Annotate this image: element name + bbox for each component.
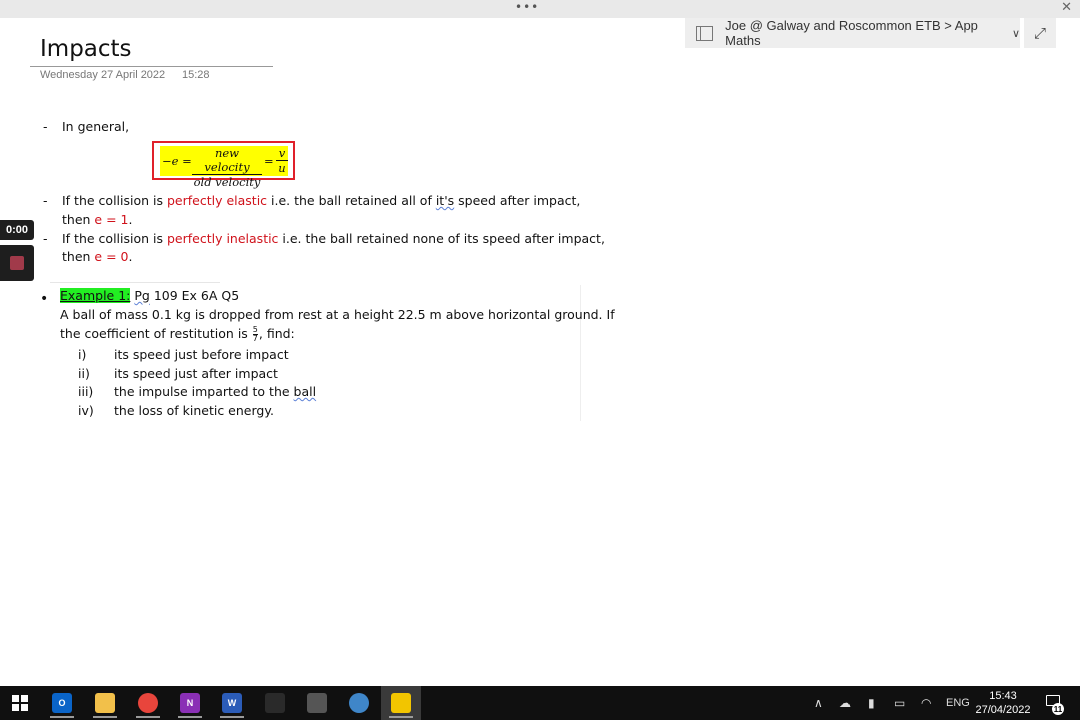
- running-indicator: [389, 716, 413, 718]
- restitution-suffix: , find:: [258, 326, 295, 341]
- list-item-prefix: the impulse imparted to the: [114, 384, 294, 399]
- example-question-line-2: the coefficient of restitution is 57, fi…: [60, 325, 295, 343]
- page-title[interactable]: Impacts: [40, 36, 132, 62]
- restitution-fraction: 57: [252, 325, 258, 343]
- elastic-mid: i.e. the ball retained all of: [267, 193, 436, 208]
- recording-timer: 0:00: [0, 220, 34, 240]
- restitution-formula: −e = new velocity old velocity = v u: [152, 141, 295, 189]
- in-general-text: In general,: [62, 119, 130, 134]
- windows-start-icon[interactable]: [12, 695, 28, 711]
- list-item-number: iii): [78, 384, 94, 399]
- recorder-app-icon[interactable]: [349, 693, 369, 713]
- list-item: its speed just after impact: [114, 366, 278, 381]
- list-item: the loss of kinetic energy.: [114, 403, 274, 418]
- calculator-dark-icon[interactable]: [265, 693, 285, 713]
- notebook-breadcrumb[interactable]: Joe @ Galway and Roscommon ETB > App Mat…: [685, 18, 1020, 48]
- show-hidden-icons-icon[interactable]: ∧: [814, 696, 823, 710]
- example-ref-pg: Pg: [134, 288, 150, 303]
- chevron-down-icon[interactable]: ∨: [1012, 27, 1020, 40]
- elastic-then: then: [62, 212, 95, 227]
- elastic-end: .: [128, 212, 133, 227]
- chrome-icon[interactable]: [138, 693, 158, 713]
- example-heading: Example 1: Pg 109 Ex 6A Q5: [60, 287, 239, 305]
- list-item-number: i): [78, 347, 87, 362]
- clock-time: 15:43: [989, 690, 1017, 702]
- stop-recording-button[interactable]: [0, 245, 34, 281]
- divider: [50, 282, 220, 283]
- elastic-term: perfectly elastic: [166, 193, 268, 208]
- example-question-line-1: A ball of mass 0.1 kg is dropped from re…: [60, 307, 615, 322]
- word-icon[interactable]: W: [222, 693, 242, 713]
- example-label: Example 1:: [60, 288, 131, 303]
- inelastic-then: then: [62, 249, 95, 264]
- title-underline: [30, 66, 273, 67]
- list-item: its speed just before impact: [114, 347, 289, 362]
- running-indicator: [178, 716, 202, 718]
- page-time: 15:28: [182, 69, 210, 81]
- onedrive-cloud-icon[interactable]: ☁: [839, 696, 851, 710]
- dash-bullet: -: [43, 231, 48, 246]
- taskbar: [0, 686, 1080, 720]
- window-menu-dots-icon[interactable]: •••: [515, 0, 539, 14]
- stop-icon: [10, 256, 24, 270]
- fraction-denominator-u: u: [276, 160, 288, 175]
- expand-button[interactable]: ⤢: [1024, 18, 1056, 48]
- wifi-icon[interactable]: ◠: [921, 696, 931, 710]
- elastic-prefix: If the collision is: [62, 193, 167, 208]
- formula-equals: =: [264, 154, 274, 168]
- ball-word: ball: [293, 384, 317, 399]
- outlook-icon[interactable]: O: [52, 693, 72, 713]
- elastic-line-2: then e = 1.: [62, 211, 132, 229]
- dash-bullet: -: [43, 193, 48, 208]
- running-indicator: [136, 716, 160, 718]
- onenote-icon[interactable]: N: [180, 693, 200, 713]
- restitution-num: 5: [252, 325, 258, 334]
- running-indicator: [93, 716, 117, 718]
- dash-bullet: -: [43, 119, 48, 134]
- its-word: it's: [435, 193, 455, 208]
- file-explorer-icon[interactable]: [95, 693, 115, 713]
- inelastic-end: .: [128, 249, 133, 264]
- battery-icon[interactable]: ▭: [894, 696, 905, 710]
- v-over-u-fraction: v u: [276, 146, 288, 175]
- inelastic-prefix: If the collision is: [62, 231, 167, 246]
- taskbar-clock[interactable]: 15:43 27/04/2022: [968, 689, 1038, 717]
- window-top-bar: ••• ✕: [0, 0, 1080, 18]
- fraction-numerator-v: v: [278, 146, 286, 160]
- fraction-denominator: old velocity: [192, 174, 262, 189]
- inelastic-suffix: i.e. the ball retained none of its speed…: [278, 231, 605, 246]
- breadcrumb-text: Joe @ Galway and Roscommon ETB > App Mat…: [725, 18, 978, 48]
- formula-highlight: −e = new velocity old velocity = v u: [160, 146, 288, 189]
- clock-date: 27/04/2022: [975, 704, 1031, 716]
- running-indicator: [50, 716, 74, 718]
- page-date: Wednesday 27 April 2022: [40, 69, 166, 81]
- elastic-line-1: If the collision is perfectly elastic i.…: [62, 192, 580, 210]
- elastic-suffix: speed after impact,: [454, 193, 581, 208]
- notebook-icon: [696, 25, 714, 41]
- inelastic-line-2: then e = 0.: [62, 248, 132, 266]
- list-item: the impulse imparted to the ball: [114, 383, 316, 401]
- fraction-numerator: new velocity: [204, 146, 250, 174]
- notification-count-badge: 11: [1052, 703, 1064, 715]
- microphone-icon[interactable]: ▮: [868, 696, 875, 710]
- elastic-value: e = 1: [94, 212, 129, 227]
- calculator-icon[interactable]: [307, 693, 327, 713]
- velocity-fraction: new velocity old velocity: [192, 146, 262, 189]
- restitution-den: 7: [252, 334, 258, 343]
- language-indicator[interactable]: ENG: [946, 697, 970, 709]
- inelastic-value: e = 0: [94, 249, 129, 264]
- sticky-notes-icon[interactable]: [391, 693, 411, 713]
- inelastic-line-1: If the collision is perfectly inelastic …: [62, 230, 605, 248]
- close-icon[interactable]: ✕: [1061, 0, 1072, 15]
- formula-lhs: −e =: [162, 154, 192, 168]
- inelastic-term: perfectly inelastic: [166, 231, 279, 246]
- list-item-number: iv): [78, 403, 94, 418]
- restitution-prefix: the coefficient of restitution is: [60, 326, 252, 341]
- bullet-icon: •: [40, 291, 49, 307]
- example-ref: 109 Ex 6A Q5: [149, 288, 240, 303]
- list-item-number: ii): [78, 366, 90, 381]
- running-indicator: [220, 716, 244, 718]
- expand-icon: ⤢: [1033, 24, 1046, 42]
